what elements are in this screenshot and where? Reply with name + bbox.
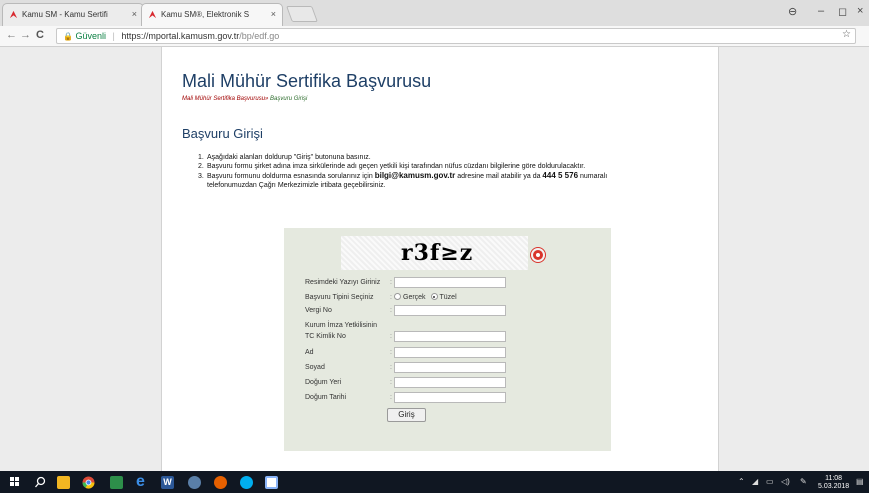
- notification-icon[interactable]: ▤: [856, 477, 864, 486]
- authorized-person-heading: Kurum İmza Yetkilisinin: [305, 322, 377, 329]
- page-content: Mali Mühür Sertifika Başvurusu Mali Mühü…: [161, 47, 719, 471]
- app-icon[interactable]: [188, 476, 201, 489]
- minimize-button[interactable]: –: [818, 5, 824, 17]
- surname-label: Soyad: [305, 364, 325, 371]
- captcha-text: r3f≥z: [401, 240, 474, 266]
- submit-button[interactable]: Giriş: [387, 408, 426, 422]
- tray-chevron-icon[interactable]: ⌃: [738, 477, 745, 486]
- page-title: Mali Mühür Sertifika Başvurusu: [182, 71, 432, 91]
- firefox-icon[interactable]: [214, 476, 227, 489]
- pen-icon[interactable]: ✎: [800, 477, 807, 486]
- photo-icon[interactable]: [110, 476, 123, 489]
- profile-icon[interactable]: ⊖: [788, 5, 797, 18]
- radio-label-tuzel: Tüzel: [439, 294, 457, 301]
- close-window-button[interactable]: ×: [857, 5, 863, 17]
- tc-number-input[interactable]: [394, 331, 506, 342]
- first-name-input[interactable]: [394, 347, 506, 358]
- reload-button[interactable]: C: [36, 29, 44, 41]
- tax-number-label: Vergi No: [305, 307, 332, 314]
- url-path: /bp/edf.go: [239, 31, 280, 41]
- image-icon[interactable]: [265, 476, 278, 489]
- captcha-input[interactable]: [394, 277, 506, 288]
- instructions-list: 1. Aşağıdaki alanları doldurup "Giriş" bu…: [198, 153, 698, 190]
- surname-input[interactable]: [394, 362, 506, 373]
- tab-title: Kamu SM®, Elektronik S: [161, 10, 250, 19]
- birthplace-input[interactable]: [394, 377, 506, 388]
- url-host: https://mportal.kamusm.gov.tr: [121, 31, 240, 41]
- address-bar[interactable]: 🔒 Güvenli | https://mportal.kamusm.gov.t…: [56, 28, 856, 44]
- kamusm-favicon-icon: [9, 10, 18, 19]
- refresh-captcha-icon[interactable]: [531, 248, 545, 262]
- tab-kamu-sm[interactable]: Kamu SM - Kamu Sertifi ×: [2, 3, 144, 26]
- clock[interactable]: 11:08 5.03.2018: [818, 475, 849, 491]
- url-separator: |: [112, 31, 115, 41]
- page-viewport: Mali Mühür Sertifika Başvurusu Mali Mühü…: [0, 47, 869, 471]
- email-link[interactable]: bilgi@kamusm.gov.tr: [375, 171, 456, 180]
- taskbar: e W ⌃ ◢ ▭ ◁) ✎ 11:08 5.03.2018 ▤: [0, 471, 869, 493]
- radio-label-gercek: Gerçek: [403, 294, 426, 301]
- windows-icon[interactable]: [10, 477, 20, 487]
- birthdate-input[interactable]: [394, 392, 506, 403]
- application-type-label: Başvuru Tipini Seçiniz: [305, 294, 374, 301]
- word-icon[interactable]: W: [161, 476, 174, 489]
- lock-icon: 🔒: [63, 32, 73, 41]
- section-title: Başvuru Girişi: [182, 126, 263, 141]
- instruction-item: 3. Başvuru formunu doldurma esnasında sor…: [198, 171, 608, 189]
- new-tab-button[interactable]: [286, 6, 318, 22]
- edge-icon[interactable]: e: [136, 473, 145, 490]
- keyboard-icon[interactable]: ▭: [766, 477, 774, 486]
- phone-number: 444 5 576: [542, 171, 579, 180]
- instruction-item: 1. Aşağıdaki alanları doldurup "Giriş" bu…: [198, 154, 371, 161]
- radio-gercek[interactable]: [394, 293, 401, 300]
- forward-button[interactable]: →: [20, 29, 31, 41]
- search-icon[interactable]: [34, 476, 47, 489]
- chrome-icon[interactable]: [82, 476, 95, 489]
- volume-icon[interactable]: ◁): [781, 477, 790, 486]
- tax-number-input[interactable]: [394, 305, 506, 316]
- birthdate-label: Doğum Tarihi: [305, 394, 347, 401]
- instruction-item: 2. Başvuru formu şirket adına imza sirkül…: [198, 163, 586, 170]
- captcha-image: r3f≥z: [341, 236, 528, 270]
- bookmark-star-icon[interactable]: ☆: [842, 29, 851, 40]
- tab-close-icon[interactable]: ×: [132, 9, 137, 19]
- application-type-radio-group: Gerçek Tüzel: [394, 293, 457, 301]
- breadcrumb-current: Başvuru Girişi: [270, 96, 308, 102]
- back-button[interactable]: ←: [6, 29, 17, 41]
- kamusm-favicon-icon: [148, 10, 157, 19]
- maximize-button[interactable]: ◻: [838, 5, 847, 18]
- radio-tuzel[interactable]: [430, 293, 438, 300]
- tab-title: Kamu SM - Kamu Sertifi: [22, 10, 108, 19]
- breadcrumb: Mali Mühür Sertifika Başvurusu» Başvuru …: [182, 96, 307, 102]
- birthplace-label: Doğum Yeri: [305, 379, 342, 386]
- file-explorer-icon[interactable]: [57, 476, 70, 489]
- captcha-label: Resimdeki Yazıyı Giriniz: [305, 279, 381, 286]
- time: 11:08: [825, 475, 843, 482]
- breadcrumb-link[interactable]: Mali Mühür Sertifika Başvurusu: [182, 96, 265, 102]
- date: 5.03.2018: [818, 483, 850, 490]
- tc-number-label: TC Kimlik No: [305, 333, 346, 340]
- tab-close-icon[interactable]: ×: [271, 9, 276, 19]
- first-name-label: Ad: [305, 349, 314, 356]
- breadcrumb-separator: »: [265, 96, 269, 102]
- browser-toolbar: ← → C 🔒 Güvenli | https://mportal.kamusm…: [0, 26, 869, 47]
- skype-icon[interactable]: [240, 476, 253, 489]
- network-icon[interactable]: ◢: [752, 477, 758, 486]
- tab-kamu-sm-elektronik[interactable]: Kamu SM®, Elektronik S ×: [141, 3, 283, 26]
- secure-label: Güvenli: [75, 31, 106, 41]
- tab-strip: Kamu SM - Kamu Sertifi × Kamu SM®, Elekt…: [0, 0, 869, 26]
- application-form: r3f≥z Resimdeki Yazıyı Giriniz : Başvuru…: [284, 228, 611, 451]
